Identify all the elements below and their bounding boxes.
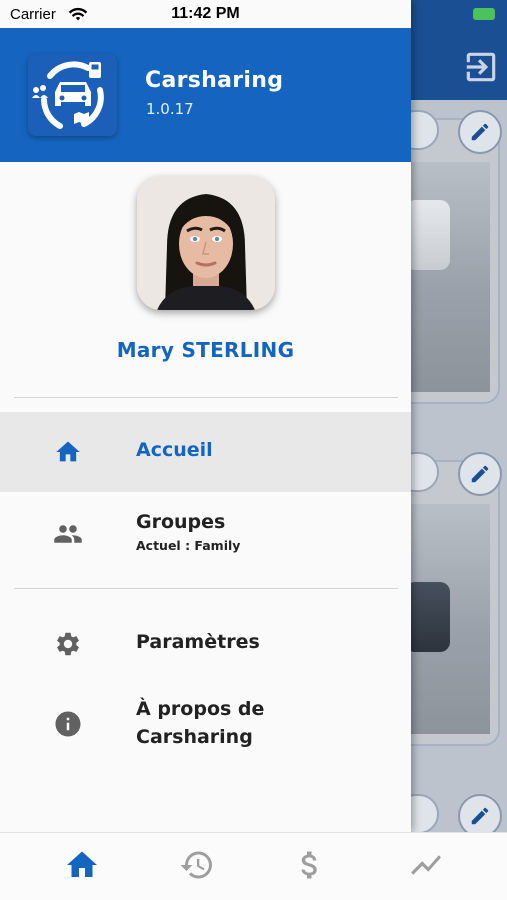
dollar-icon xyxy=(301,851,317,879)
divider xyxy=(14,588,398,589)
user-avatar[interactable] xyxy=(137,176,275,310)
home-icon xyxy=(67,851,97,877)
app-version: 1.0.17 xyxy=(146,100,194,118)
home-icon xyxy=(52,436,84,468)
app-title: Carsharing xyxy=(145,68,284,93)
history-icon xyxy=(180,851,212,879)
bottom-tab-bar xyxy=(0,832,507,900)
drawer-header: Carsharing 1.0.17 xyxy=(0,28,411,162)
battery-icon xyxy=(473,8,495,20)
menu-item-sublabel: Actuel : Family xyxy=(136,538,241,553)
tab-history[interactable] xyxy=(177,847,217,883)
exit-icon[interactable] xyxy=(462,48,500,86)
edit-icon[interactable] xyxy=(458,110,502,154)
user-name[interactable]: Mary STERLING xyxy=(0,338,411,362)
divider xyxy=(14,397,398,398)
tab-home[interactable] xyxy=(62,847,102,883)
menu-item-parametres[interactable]: Paramètres xyxy=(0,606,411,682)
edit-icon[interactable] xyxy=(458,452,502,496)
menu-item-label-line1: À propos de xyxy=(136,698,265,720)
menu-item-label: Accueil xyxy=(136,439,213,461)
navigation-drawer: Carrier 11:42 PM Carsharing 1.0.17 Mary … xyxy=(0,0,411,832)
status-bar: Carrier 11:42 PM xyxy=(0,0,411,28)
group-icon xyxy=(52,518,84,550)
tab-statistics[interactable] xyxy=(406,847,446,883)
menu-item-label-line2: Carsharing xyxy=(136,726,253,748)
trending-icon xyxy=(411,855,441,875)
menu-item-label: Paramètres xyxy=(136,631,260,653)
info-icon xyxy=(52,708,84,740)
clock: 11:42 PM xyxy=(171,5,240,22)
tab-dollar[interactable] xyxy=(290,847,330,883)
menu-item-groupes[interactable]: Groupes Actuel : Family xyxy=(0,492,411,576)
car-sharing-logo-icon xyxy=(28,54,117,136)
menu-item-a-propos[interactable]: À propos de Carsharing xyxy=(0,682,411,768)
menu-item-accueil[interactable]: Accueil xyxy=(0,412,411,492)
menu-item-label: Groupes xyxy=(136,511,226,533)
gear-icon xyxy=(52,628,84,660)
